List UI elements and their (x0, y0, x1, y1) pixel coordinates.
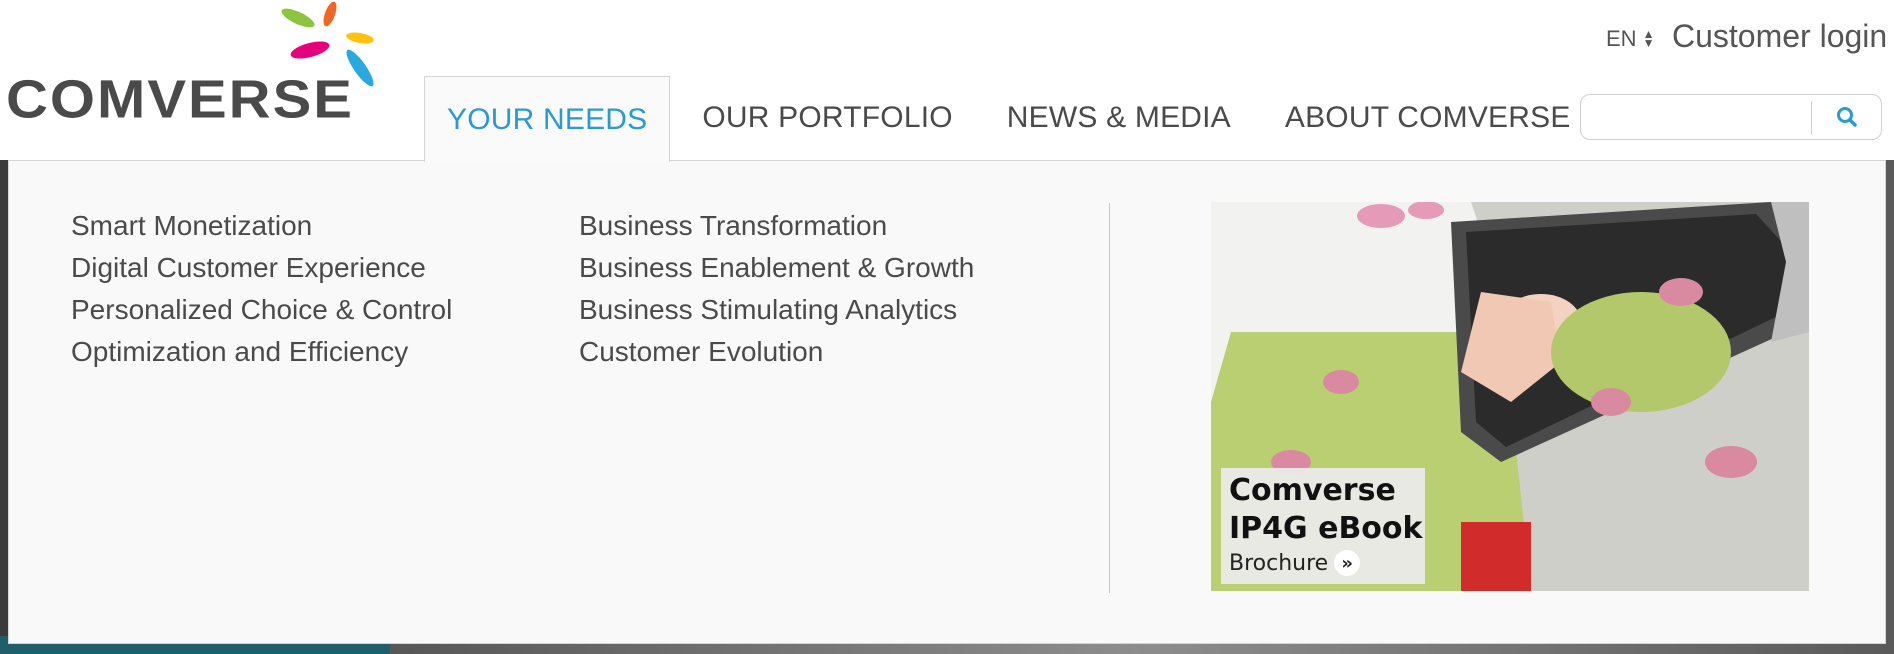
menu-link-optimization-efficiency[interactable]: Optimization and Efficiency (71, 331, 452, 373)
menu-link-personalized-choice-control[interactable]: Personalized Choice & Control (71, 289, 452, 331)
dropdown-column-2: Business Transformation Business Enablem… (579, 205, 974, 373)
menu-link-customer-evolution[interactable]: Customer Evolution (579, 331, 974, 373)
search-icon (1837, 107, 1857, 127)
dropdown-divider (1109, 203, 1110, 593)
dropdown-column-1: Smart Monetization Digital Customer Expe… (71, 205, 452, 373)
comverse-logo[interactable]: COMVERSE (6, 0, 386, 130)
menu-link-business-transformation[interactable]: Business Transformation (579, 205, 974, 247)
menu-link-digital-customer-experience[interactable]: Digital Customer Experience (71, 247, 452, 289)
search-divider (1811, 101, 1812, 135)
promo-brochure-link[interactable]: Brochure » (1229, 550, 1417, 576)
menu-link-business-stimulating-analytics[interactable]: Business Stimulating Analytics (579, 289, 974, 331)
search-button[interactable] (1813, 95, 1881, 139)
logo-wordmark: COMVERSE (6, 69, 354, 130)
customer-login-link[interactable]: Customer login (1672, 18, 1887, 55)
promo-caption: Comverse IP4G eBook Brochure » (1221, 468, 1425, 584)
your-needs-dropdown: Smart Monetization Digital Customer Expe… (8, 160, 1886, 644)
menu-link-business-enablement-growth[interactable]: Business Enablement & Growth (579, 247, 974, 289)
nav-about-comverse[interactable]: ABOUT COMVERSE (1263, 76, 1593, 160)
nav-news-media[interactable]: NEWS & MEDIA (985, 76, 1253, 160)
site-header: COMVERSE EN ▲ ▼ Customer login YOUR NEEDS… (0, 0, 1894, 162)
nav-our-portfolio[interactable]: OUR PORTFOLIO (680, 76, 974, 160)
ebook-promo-banner[interactable]: Comverse IP4G eBook Brochure » (1211, 202, 1809, 591)
search-input[interactable] (1589, 99, 1819, 135)
menu-link-smart-monetization[interactable]: Smart Monetization (71, 205, 452, 247)
language-label: EN (1606, 26, 1637, 51)
main-nav: YOUR NEEDS OUR PORTFOLIO NEWS & MEDIA AB… (424, 76, 1603, 162)
promo-title-line-2: IP4G eBook (1229, 511, 1423, 546)
search-box (1580, 94, 1882, 140)
sort-arrows-icon: ▲ ▼ (1642, 27, 1655, 50)
promo-cta-label: Brochure (1229, 550, 1329, 576)
double-chevron-right-icon: » (1334, 550, 1361, 576)
language-selector[interactable]: EN ▲ ▼ (1606, 26, 1654, 52)
promo-title-line-1: Comverse (1229, 473, 1396, 508)
nav-your-needs[interactable]: YOUR NEEDS (424, 76, 671, 162)
